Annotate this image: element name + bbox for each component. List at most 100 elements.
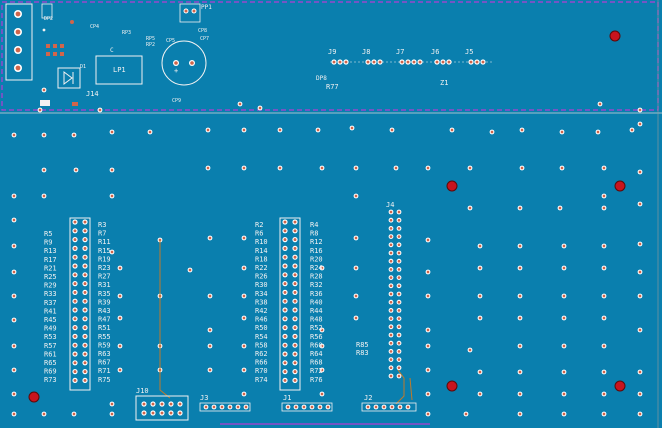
j10-pin-core: [169, 411, 173, 415]
via-core: [238, 102, 242, 106]
via-core: [208, 344, 212, 348]
resistor-label: R66: [255, 359, 268, 367]
header-pin-core: [293, 370, 297, 374]
via-core: [602, 166, 606, 170]
connector-pin-core: [378, 60, 382, 64]
via-core: [12, 392, 16, 396]
via-core: [638, 242, 642, 246]
resistor-label: R5: [44, 230, 52, 238]
resistor-label: R35: [98, 290, 111, 298]
j4-pin-core: [389, 259, 393, 263]
header-pin-core: [293, 220, 297, 224]
j4-pin-core: [397, 309, 401, 312]
resistor-label: R30: [255, 281, 268, 289]
via-core: [278, 166, 282, 170]
header-pin-core: [293, 378, 297, 382]
via-core: [638, 170, 642, 174]
via-core: [638, 270, 642, 274]
via-core: [426, 270, 430, 274]
resistor-label: R46: [255, 316, 268, 324]
j3-pin-core: [236, 405, 240, 409]
resistor-label: R65: [44, 359, 57, 367]
j4-pin-core: [389, 243, 393, 247]
via-core: [242, 344, 246, 348]
labels-col-1: R5R9R13R17R21R25R29R33R37R41R45R49R53R57…: [44, 230, 57, 384]
via-core: [638, 392, 642, 396]
via-core: [426, 392, 430, 396]
header-pin-core: [293, 361, 297, 365]
header-pin-core: [73, 334, 77, 338]
via-core: [110, 168, 114, 172]
header-pin-core: [83, 361, 87, 365]
via-core: [478, 294, 482, 298]
resistor-label: R43: [98, 307, 111, 315]
header-pin-core: [293, 334, 297, 338]
header-pin-core: [293, 290, 297, 294]
via-core: [354, 294, 358, 298]
via-core: [638, 412, 642, 416]
j10-pin-core: [151, 411, 155, 415]
j4-pin-core: [397, 374, 401, 378]
j1-pin-core: [318, 405, 322, 409]
j2-pin-core: [390, 405, 394, 409]
header-pin-core: [73, 282, 77, 286]
resistor-label: R31: [98, 281, 111, 289]
connector-pin-core: [481, 60, 485, 64]
via-core: [426, 368, 430, 372]
resistor-label: R52: [310, 324, 323, 332]
header-pin-core: [83, 378, 87, 382]
resistor-label: R22: [255, 264, 268, 272]
via-core: [118, 266, 122, 270]
resistor-label: R42: [255, 307, 268, 315]
via-core: [320, 166, 324, 170]
resistor-label: R16: [310, 247, 323, 255]
via-core: [42, 88, 46, 92]
resistor-label: R64: [310, 350, 323, 358]
resistor-label: R27: [98, 273, 111, 281]
resistor-label: R50: [255, 324, 268, 332]
via-core: [12, 244, 16, 248]
header-pin-core: [293, 273, 297, 277]
label-c-symbol: C: [110, 47, 114, 54]
header-pin-core: [83, 220, 87, 224]
labels-col-2: R3R7R11R15R19R23R27R31R35R39R43R47R51R55…: [98, 221, 111, 384]
via-core: [464, 412, 468, 416]
header-pin-core: [293, 255, 297, 259]
header-pin-core: [83, 334, 87, 338]
via-core: [354, 166, 358, 170]
resistor-label: R67: [98, 359, 111, 367]
label-r85: R85: [356, 341, 369, 349]
header-pin-core: [83, 282, 87, 286]
via-core: [206, 166, 210, 170]
via-core: [518, 412, 522, 416]
resistor-label: R60: [310, 341, 323, 349]
j2-pin-core: [406, 405, 410, 409]
header-pin-core: [283, 352, 287, 356]
j4-pin-core: [397, 317, 401, 320]
header-pin-core: [83, 273, 87, 277]
via-core: [42, 133, 46, 137]
header-pin-core: [293, 352, 297, 356]
connector-pin-core: [366, 60, 370, 64]
via-core: [518, 206, 522, 210]
via-core: [12, 412, 16, 416]
via-core: [12, 194, 16, 198]
via-core: [562, 344, 566, 348]
via-core: [518, 392, 522, 396]
smd-pad: [72, 102, 78, 106]
resistor-label: R24: [310, 264, 323, 272]
label-j2: J2: [364, 394, 372, 402]
via-core: [354, 236, 358, 240]
header-pin-core: [293, 264, 297, 268]
label-d1: D1: [80, 64, 86, 70]
j4-pin-core: [389, 268, 393, 271]
j4-pin-core: [397, 227, 401, 230]
resistor-label: R63: [98, 350, 111, 358]
via-core: [562, 294, 566, 298]
label-j5: J5: [465, 48, 473, 56]
via-core: [602, 266, 606, 270]
header-pin-core: [283, 264, 287, 268]
resistor-label: R39: [98, 298, 111, 306]
header-pin-core: [83, 308, 87, 312]
label-j8: J8: [362, 48, 370, 56]
